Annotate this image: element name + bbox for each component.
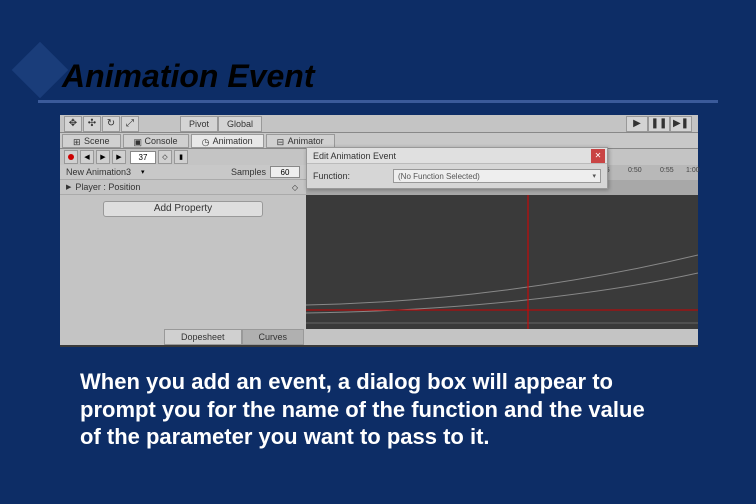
record-icon <box>68 154 74 160</box>
console-tab[interactable]: ▣Console <box>123 134 189 148</box>
scene-icon: ⊞ <box>73 137 81 145</box>
animator-tab[interactable]: ⊟Animator <box>266 134 335 148</box>
unity-animation-screenshot: ✥ ✣ ↻ ⤢ Pivot Global ▶ ❚❚ ▶❚ ⊞Scene ▣Con… <box>60 115 698 347</box>
slide-bullet-diamond <box>12 42 69 99</box>
dialog-body: Function: (No Function Selected) ▾ <box>307 164 607 188</box>
play-button[interactable]: ▶ <box>626 116 648 132</box>
animation-tab[interactable]: ◷Animation <box>191 134 264 148</box>
function-label: Function: <box>313 171 393 181</box>
timeline-area: New Animation3 ▾ Samples ▶ Player : Posi… <box>60 165 698 329</box>
slide-title: Animation Event <box>62 58 314 95</box>
dialog-titlebar[interactable]: Edit Animation Event ✕ <box>307 148 607 164</box>
timeline-panel: 0:00 0:05 0:10 0:15 0:20 0:25 0:30 0:35 … <box>306 165 698 329</box>
add-property-button[interactable]: Add Property <box>103 201 263 217</box>
time-tick: 0:50 <box>628 167 642 174</box>
console-icon: ▣ <box>134 137 142 145</box>
step-button[interactable]: ▶❚ <box>670 116 692 132</box>
dropdown-icon: ▾ <box>592 172 596 180</box>
pivot-button[interactable]: Pivot <box>180 116 218 132</box>
pivot-toggle-group: Pivot Global <box>180 116 262 132</box>
curves-area[interactable] <box>306 195 698 329</box>
edit-animation-event-dialog: Edit Animation Event ✕ Function: (No Fun… <box>306 147 608 189</box>
samples-label: Samples <box>231 167 270 177</box>
animator-icon: ⊟ <box>277 137 285 145</box>
transform-tools: ✥ ✣ ↻ ⤢ <box>64 116 140 132</box>
samples-field[interactable] <box>270 166 300 178</box>
record-button[interactable] <box>64 150 78 164</box>
close-icon: ✕ <box>595 151 602 160</box>
hand-tool[interactable]: ✥ <box>64 116 82 132</box>
dialog-title: Edit Animation Event <box>313 151 396 161</box>
animation-icon: ◷ <box>202 137 210 145</box>
dropdown-icon: ▾ <box>141 168 145 176</box>
view-mode-tabs: Dopesheet Curves <box>60 329 698 345</box>
time-tick: 1:00 <box>686 167 700 174</box>
scene-tab[interactable]: ⊞Scene <box>62 134 121 148</box>
next-key-button[interactable]: ▶ <box>112 150 126 164</box>
clip-dropdown[interactable]: New Animation3 <box>60 167 137 177</box>
curves-tab[interactable]: Curves <box>242 329 305 345</box>
pause-button[interactable]: ❚❚ <box>648 116 670 132</box>
title-underline <box>38 100 718 103</box>
prev-key-button[interactable]: ◀ <box>80 150 94 164</box>
global-button[interactable]: Global <box>218 116 262 132</box>
add-event-button[interactable]: ▮ <box>174 150 188 164</box>
animation-property-panel: New Animation3 ▾ Samples ▶ Player : Posi… <box>60 165 306 329</box>
scale-tool[interactable]: ⤢ <box>121 116 139 132</box>
property-label: Player : Position <box>75 182 140 192</box>
add-keyframe-button[interactable]: ◇ <box>158 150 172 164</box>
dialog-close-button[interactable]: ✕ <box>591 149 605 163</box>
clip-selector-row: New Animation3 ▾ Samples <box>60 165 306 180</box>
property-row[interactable]: ▶ Player : Position ◇ <box>60 180 306 195</box>
dopesheet-tab[interactable]: Dopesheet <box>164 329 242 345</box>
function-dropdown[interactable]: (No Function Selected) ▾ <box>393 169 601 183</box>
frame-field[interactable] <box>130 151 156 164</box>
slide-description: When you add an event, a dialog box will… <box>80 368 670 451</box>
playback-controls: ▶ ❚❚ ▶❚ <box>626 116 692 132</box>
property-menu-icon[interactable]: ◇ <box>292 183 298 192</box>
rotate-tool[interactable]: ↻ <box>102 116 120 132</box>
time-tick: 0:55 <box>660 167 674 174</box>
expand-icon: ▶ <box>66 183 71 191</box>
curve-graph <box>306 195 698 329</box>
play-anim-button[interactable]: ▶ <box>96 150 110 164</box>
main-toolbar: ✥ ✣ ↻ ⤢ Pivot Global ▶ ❚❚ ▶❚ <box>60 115 698 133</box>
move-tool[interactable]: ✣ <box>83 116 101 132</box>
